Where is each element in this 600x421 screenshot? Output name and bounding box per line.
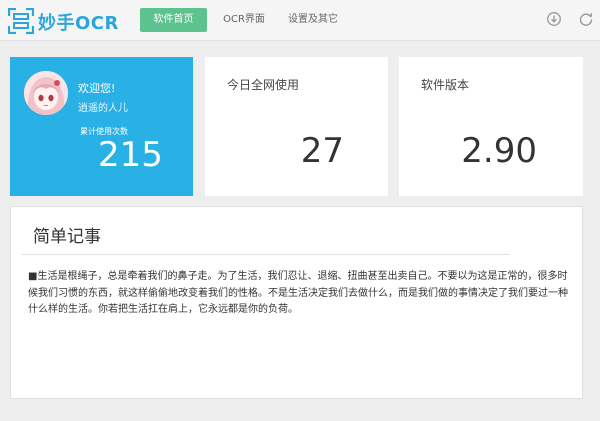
notes-title: 简单记事: [33, 227, 101, 247]
notes-body: ■生活是根绳子，总是牵着我们的鼻子走。为了生活，我们忍让、退缩、扭曲甚至出卖自己…: [28, 271, 568, 315]
ocr-scan-logo-icon: [8, 8, 34, 34]
app-title: 妙手OCR: [38, 13, 119, 34]
tab-home[interactable]: 软件首页: [140, 8, 207, 32]
username: 逍遥的人儿: [78, 103, 128, 114]
today-usage-value: 27: [300, 131, 344, 171]
top-bar: 妙手OCR 软件首页 OCR界面 设置及其它: [0, 0, 600, 41]
anime-avatar-icon: [24, 71, 68, 115]
welcome-text: 欢迎您!: [78, 82, 116, 95]
version-card: 软件版本 2.90: [399, 57, 583, 196]
refresh-icon[interactable]: [578, 11, 594, 27]
today-usage-card: 今日全网使用 27: [205, 57, 388, 196]
avatar: [24, 71, 68, 115]
total-usage-count: 215: [98, 135, 163, 175]
version-value: 2.90: [461, 131, 537, 171]
version-label: 软件版本: [421, 78, 470, 92]
notes-card: 简单记事 ■生活是根绳子，总是牵着我们的鼻子走。为了生活，我们忍让、退缩、扭曲甚…: [10, 206, 583, 399]
user-card: 欢迎您! 逍遥的人儿 累计使用次数 215: [10, 57, 193, 196]
tab-ocr[interactable]: OCR界面: [216, 8, 272, 32]
today-usage-label: 今日全网使用: [227, 78, 300, 92]
notes-divider: [21, 254, 510, 255]
download-icon[interactable]: [546, 11, 562, 27]
tab-settings[interactable]: 设置及其它: [280, 8, 346, 32]
